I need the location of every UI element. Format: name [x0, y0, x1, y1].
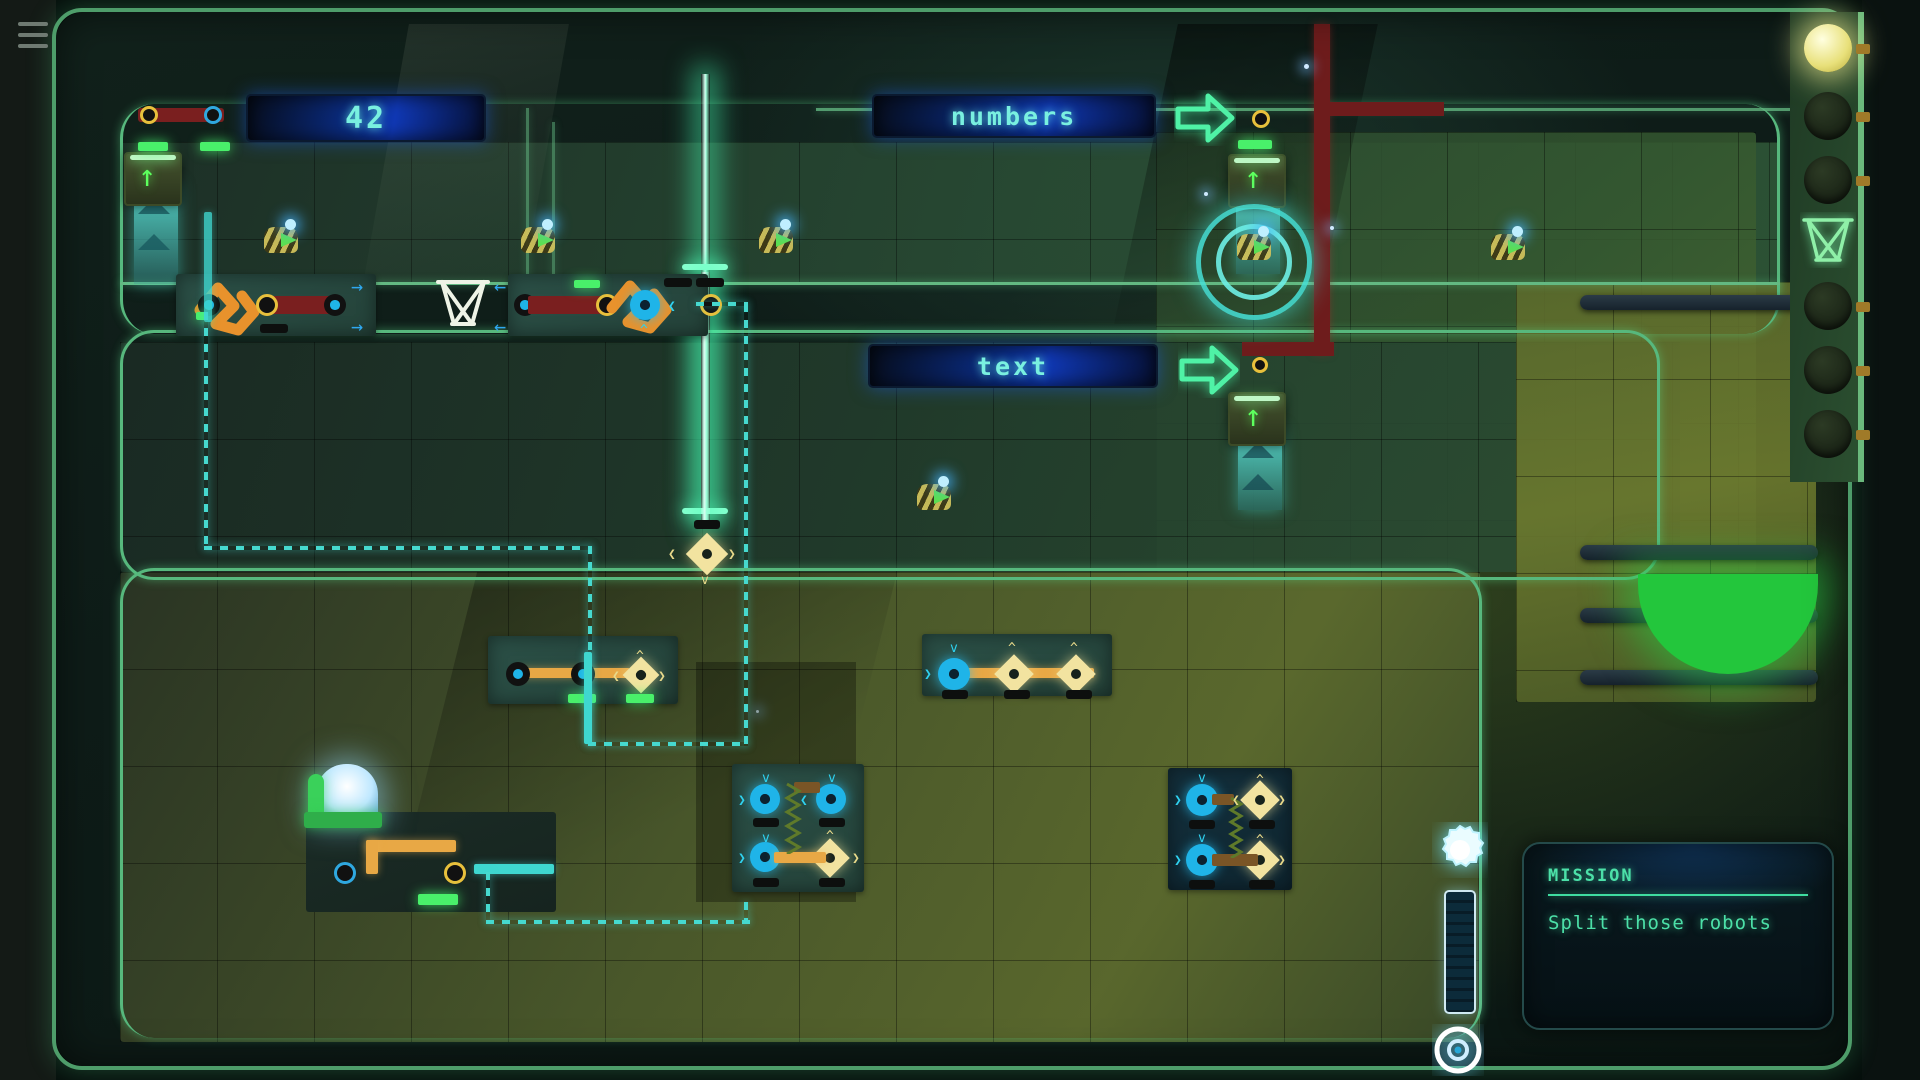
rail-slot-3[interactable]	[1804, 156, 1852, 204]
route-dash-7	[744, 902, 748, 922]
mission-objective: Split those robots	[1548, 912, 1772, 934]
route-dash-5	[744, 304, 748, 746]
lift-bar-mid	[1234, 158, 1280, 163]
chip-12	[1249, 820, 1275, 829]
machine-led	[418, 894, 458, 905]
indicator-led-2	[200, 142, 230, 151]
machine-wire-orange	[366, 840, 456, 852]
chip-8	[819, 818, 845, 827]
track-edge-c	[526, 108, 529, 284]
mission-heading: MISSION	[1548, 866, 1634, 886]
number-display-counter[interactable]: 42	[246, 94, 486, 142]
robot-1[interactable]	[261, 217, 305, 257]
beam-cap-top	[682, 264, 728, 270]
chip-9	[753, 878, 779, 887]
rail-slot-5[interactable]	[1804, 282, 1852, 330]
chip-3	[696, 278, 724, 287]
pipe-red-branch-b	[1242, 342, 1334, 356]
robot-4[interactable]	[1234, 224, 1278, 264]
arrow-right-icon-board-1: →	[351, 274, 364, 298]
route-dash-9	[486, 872, 490, 922]
game-screen: 42 numbers text ↑ ↑ ↑ → → ← ← ❮ ^ ❮ ❯ ^ …	[0, 0, 1920, 1080]
chip-1	[260, 324, 288, 333]
robot-2[interactable]	[518, 217, 562, 257]
chip-4	[942, 690, 968, 699]
speed-slider[interactable]	[1444, 890, 1476, 1014]
node-cyan-2[interactable]	[938, 658, 970, 690]
lift-port-mid[interactable]	[1252, 110, 1270, 128]
rail-slot-6[interactable]	[1804, 346, 1852, 394]
robot-5[interactable]	[1488, 224, 1532, 264]
route-dash-2	[204, 546, 592, 550]
arrow-right-icon-numbers[interactable]	[1174, 90, 1236, 146]
mission-divider	[1548, 894, 1808, 896]
route-dash-1	[204, 312, 208, 548]
port-yellow-1[interactable]	[256, 294, 278, 316]
chip-6	[1066, 690, 1092, 699]
chip-10	[819, 878, 845, 887]
led-2	[574, 280, 600, 288]
robot-6[interactable]	[914, 474, 958, 514]
chip-7	[753, 818, 779, 827]
rail-slot-4-bridge-icon[interactable]	[1800, 212, 1856, 268]
lift-arrow-lower: ↑	[1244, 399, 1263, 434]
arrow-left-icon-board-1: ←	[494, 274, 507, 298]
node-cyan-big-1[interactable]	[630, 290, 660, 320]
machine-wire-orange-down	[366, 840, 378, 874]
text-display-text[interactable]: text	[868, 344, 1158, 388]
machine-top-bar	[304, 812, 382, 828]
pipe-red-vertical	[1314, 24, 1330, 354]
gear-icon[interactable]	[1432, 822, 1488, 878]
arrow-left-icon-board-2: ←	[494, 314, 507, 338]
machine-port-yellow[interactable]	[444, 862, 466, 884]
node-cyan-3[interactable]	[750, 784, 780, 814]
route-dash-8	[486, 920, 750, 924]
indicator-port-yellow[interactable]	[140, 106, 158, 124]
chip-5	[1004, 690, 1030, 699]
robot-3[interactable]	[756, 217, 800, 257]
right-bezel	[1862, 0, 1920, 1080]
gate-bar-1[interactable]	[1580, 295, 1818, 310]
text-display-numbers[interactable]: numbers	[872, 94, 1156, 138]
node-cyan-4[interactable]	[816, 784, 846, 814]
pipe-red-branch-a	[1314, 102, 1444, 116]
dial-knob-icon[interactable]	[1432, 1024, 1484, 1076]
indicator-led-1	[138, 142, 168, 151]
lift-arrow-left: ↑	[138, 159, 157, 194]
lift-bar-lower	[1234, 396, 1280, 401]
left-bezel	[0, 0, 56, 1080]
machine-port-cyan[interactable]	[334, 862, 356, 884]
rail-slot-1[interactable]	[1804, 24, 1852, 72]
mission-panel: MISSION Split those robots	[1522, 842, 1834, 1030]
chip-2	[664, 278, 692, 287]
tool-rail[interactable]	[1790, 12, 1870, 482]
hamburger-icon[interactable]	[18, 22, 48, 48]
port-cyan-2[interactable]	[324, 294, 346, 316]
route-dash-4	[588, 742, 748, 746]
gate-bar-2[interactable]	[1580, 545, 1818, 560]
route-solid-cyan-2	[204, 212, 212, 322]
indicator-port-cyan[interactable]	[204, 106, 222, 124]
rail-slot-7[interactable]	[1804, 410, 1852, 458]
lift-arrow-mid: ↑	[1244, 161, 1263, 196]
route-solid-cyan	[584, 652, 592, 744]
chip-14	[1249, 880, 1275, 889]
chip-13	[1189, 880, 1215, 889]
node-black-cyan-1[interactable]	[506, 662, 530, 686]
chip-11	[1189, 820, 1215, 829]
bridge-icon-field[interactable]	[434, 274, 492, 332]
track-edge-b	[552, 122, 555, 282]
lift-led-mid	[1238, 140, 1272, 149]
arrow-right-icon-text[interactable]	[1178, 342, 1240, 398]
lift-bar-left	[130, 155, 176, 160]
wire-red-2	[528, 296, 604, 314]
rail-slot-2[interactable]	[1804, 92, 1852, 140]
led-4	[626, 694, 654, 703]
route-dash-6	[696, 302, 748, 306]
arrow-right-icon-board-2: →	[351, 314, 364, 338]
lift-port-lower[interactable]	[1252, 357, 1268, 373]
gate-bar-4[interactable]	[1580, 670, 1818, 685]
chip-solo	[694, 520, 720, 529]
